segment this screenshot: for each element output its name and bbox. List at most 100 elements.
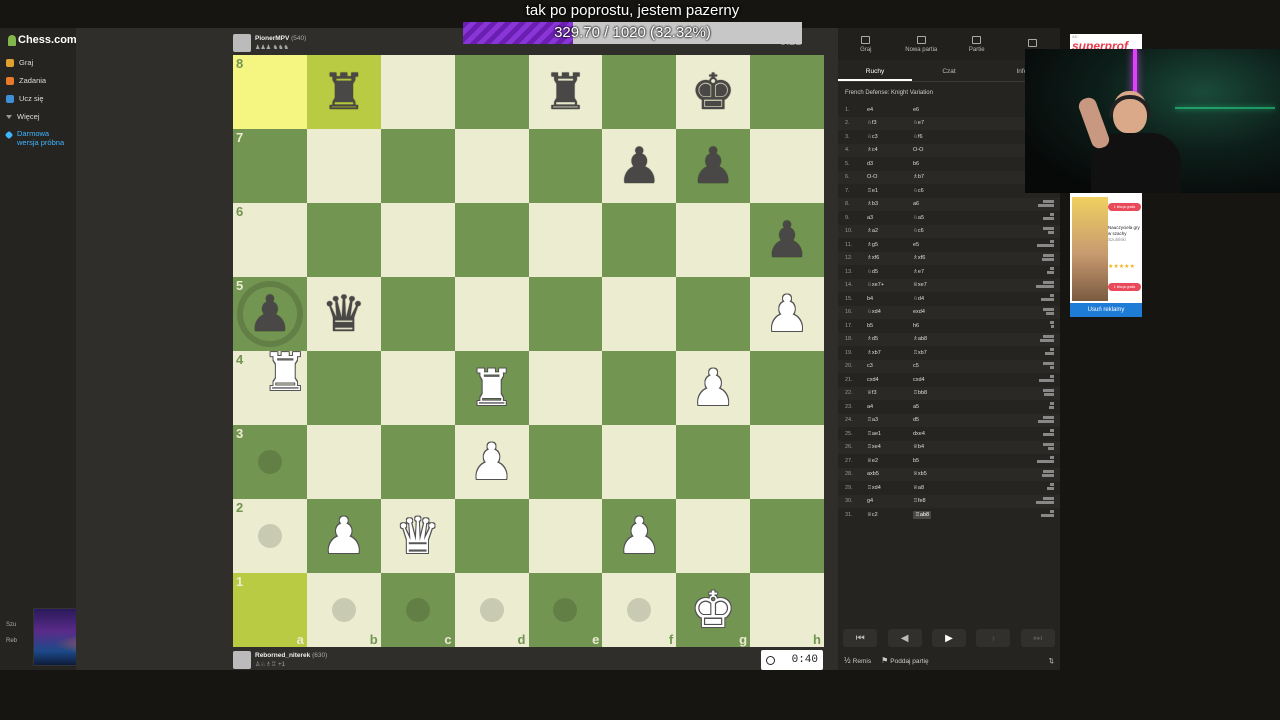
black-pawn[interactable]: ♟ (691, 141, 736, 191)
square-f4[interactable] (602, 351, 677, 425)
square-g2[interactable] (676, 499, 751, 573)
black-move[interactable]: ♗xf6 (913, 255, 959, 261)
remove-ads-button[interactable]: Usuń reklamy (1070, 303, 1142, 317)
white-move[interactable]: ♘c3 (867, 134, 913, 140)
white-move[interactable]: ♖xd4 (867, 485, 913, 491)
last-move-button[interactable]: ⏭ (1020, 629, 1055, 647)
black-move[interactable]: c5 (913, 363, 959, 369)
black-rook[interactable]: ♜ (321, 67, 366, 117)
white-move[interactable]: d3 (867, 161, 913, 167)
profile-item[interactable]: Reb (6, 633, 17, 649)
square-f8[interactable] (602, 55, 677, 129)
white-move[interactable]: O-O (867, 174, 913, 180)
square-c2[interactable]: ♛ (380, 499, 455, 573)
black-queen[interactable]: ♛ (321, 289, 366, 339)
square-g3[interactable] (676, 425, 751, 499)
legal-move-dot[interactable] (627, 598, 652, 622)
square-f7[interactable]: ♟ (602, 129, 677, 203)
black-move[interactable]: ♘d4 (913, 296, 959, 302)
black-move[interactable]: e5 (913, 242, 959, 248)
square-e7[interactable] (528, 129, 603, 203)
black-move[interactable]: e6 (913, 107, 959, 113)
square-d5[interactable] (454, 277, 529, 351)
square-h3[interactable] (750, 425, 824, 499)
black-move[interactable]: cxd4 (913, 377, 959, 383)
legal-move-dot[interactable] (479, 598, 504, 622)
next-move-button[interactable]: ▶ (931, 629, 966, 647)
chess-com-logo[interactable]: Chess.com (8, 34, 77, 46)
black-move[interactable]: b6 (913, 161, 959, 167)
square-d6[interactable] (454, 203, 529, 277)
square-h6[interactable]: ♟ (750, 203, 824, 277)
square-g4[interactable]: ♟ (676, 351, 751, 425)
white-move[interactable]: g4 (867, 498, 913, 504)
legal-move-dot[interactable] (331, 598, 356, 622)
black-move[interactable]: ♖ab8 (913, 510, 932, 519)
square-c4[interactable] (380, 351, 455, 425)
square-a3[interactable]: 3 (233, 425, 307, 499)
white-queen[interactable]: ♛ (395, 511, 440, 561)
black-move[interactable]: ♗b7 (913, 174, 959, 180)
first-move-button[interactable]: ⏮ (843, 629, 878, 647)
white-move[interactable]: ♖ae1 (867, 431, 913, 437)
square-e2[interactable] (528, 499, 603, 573)
tab-play[interactable]: Graj (838, 28, 894, 60)
square-d8[interactable] (454, 55, 529, 129)
black-move[interactable]: a6 (913, 201, 959, 207)
black-move[interactable]: d5 (913, 417, 959, 423)
square-c1[interactable]: c (380, 573, 455, 647)
square-g8[interactable]: ♚ (676, 55, 751, 129)
white-move[interactable]: ♗xf6 (867, 255, 913, 261)
avatar[interactable] (233, 34, 251, 52)
forward-move-button[interactable]: › (976, 629, 1011, 647)
black-move[interactable]: ♘e7 (913, 120, 959, 126)
white-move[interactable]: e4 (867, 107, 913, 113)
square-b6[interactable] (306, 203, 381, 277)
black-move[interactable]: dxe4 (913, 431, 959, 437)
white-pawn[interactable]: ♟ (691, 363, 736, 413)
resign-button[interactable]: ⚑ Poddaj partię (881, 656, 928, 665)
black-rook[interactable]: ♜ (543, 67, 588, 117)
black-move[interactable]: ♘c6 (913, 188, 959, 194)
square-c7[interactable] (380, 129, 455, 203)
white-king[interactable]: ♚ (691, 585, 736, 635)
black-move[interactable]: ♘f6 (913, 134, 959, 140)
legal-move-dot[interactable] (257, 524, 282, 548)
white-pawn[interactable]: ♟ (765, 289, 810, 339)
square-f5[interactable] (602, 277, 677, 351)
black-pawn[interactable]: ♟ (765, 215, 810, 265)
square-e5[interactable] (528, 277, 603, 351)
white-move[interactable]: ♘xe7+ (867, 282, 913, 288)
black-move[interactable]: ♕a8 (913, 485, 959, 491)
bottom-player-name[interactable]: Reborned_niterek (630) (255, 652, 327, 659)
white-move[interactable]: ♘xd4 (867, 309, 913, 315)
square-g1[interactable]: g ♚ (676, 573, 751, 647)
black-move[interactable]: O-O (913, 147, 959, 153)
square-a6[interactable]: 6 (233, 203, 307, 277)
tab-new-game[interactable]: Nowa partia (894, 28, 950, 60)
square-h2[interactable] (750, 499, 824, 573)
square-h4[interactable] (750, 351, 824, 425)
tab-chat[interactable]: Czat (912, 62, 986, 81)
square-e1[interactable]: e (528, 573, 603, 647)
white-pawn[interactable]: ♟ (617, 511, 662, 561)
black-move[interactable]: ♖xb7 (913, 350, 959, 356)
black-move[interactable]: ♘c6 (913, 228, 959, 234)
legal-move-dot[interactable] (553, 598, 578, 622)
white-move[interactable]: ♗g5 (867, 242, 913, 248)
black-move[interactable]: b5 (913, 458, 959, 464)
white-move[interactable]: ♕c2 (867, 512, 913, 518)
square-b7[interactable] (306, 129, 381, 203)
black-move[interactable]: ♖bb8 (913, 390, 959, 396)
white-move[interactable]: ♖xe4 (867, 444, 913, 450)
square-g5[interactable] (676, 277, 751, 351)
white-move[interactable]: ♗a2 (867, 228, 913, 234)
black-pawn[interactable]: ♟ (617, 141, 662, 191)
black-move[interactable]: h6 (913, 323, 959, 329)
white-move[interactable]: ♘d5 (867, 269, 913, 275)
white-pawn[interactable]: ♟ (321, 511, 366, 561)
black-move[interactable]: a5 (913, 404, 959, 410)
square-e6[interactable] (528, 203, 603, 277)
black-move[interactable]: exd4 (913, 309, 959, 315)
tab-moves[interactable]: Ruchy (838, 62, 912, 81)
